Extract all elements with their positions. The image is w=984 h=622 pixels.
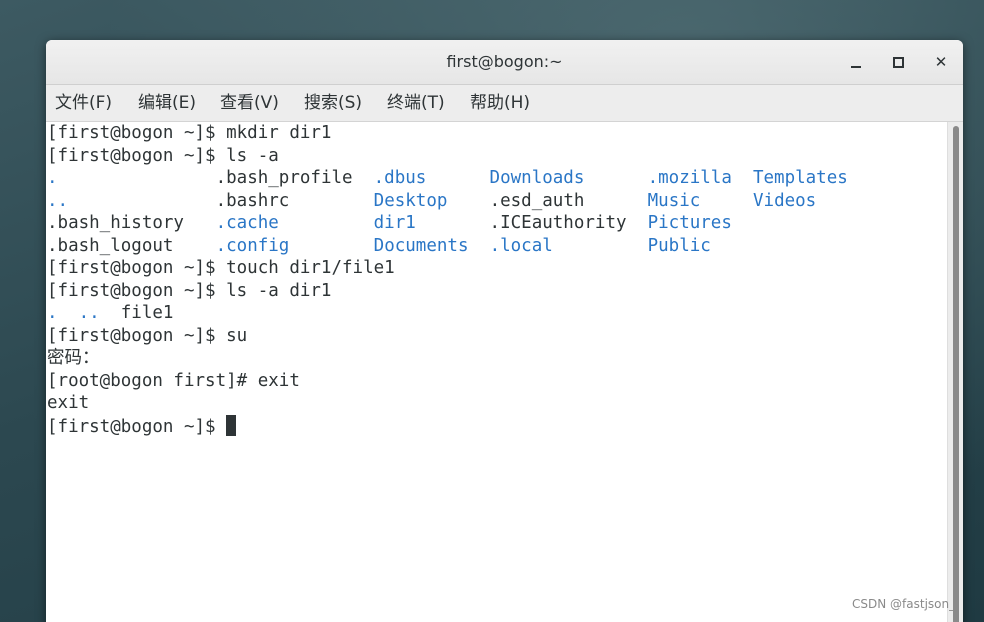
terminal-text: [root@bogon first]# exit — [47, 370, 300, 391]
directory-entry: . — [47, 303, 58, 323]
title-bar[interactable]: first@bogon:~ ✕ — [46, 40, 963, 85]
terminal-line: [first@bogon ~]$ touch dir1/file1 — [47, 257, 395, 279]
minimize-icon — [851, 66, 861, 68]
terminal-line: [first@bogon ~]$ — [47, 414, 237, 437]
maximize-button[interactable] — [886, 50, 910, 74]
terminal-text: .bashrc — [215, 190, 290, 211]
terminal-line: [first@bogon ~]$ mkdir dir1 — [47, 122, 331, 144]
menu-terminal[interactable]: 终端(T) — [387, 85, 445, 121]
terminal-text: .ICEauthority — [489, 213, 627, 233]
terminal-text: file1 — [99, 303, 174, 323]
terminal-line: .bash_history .cache dir1 .ICEauthority … — [47, 212, 732, 234]
close-icon: ✕ — [934, 53, 948, 71]
terminal-text: .esd_auth — [489, 190, 585, 211]
directory-entry: .dbus — [373, 168, 427, 188]
terminal-text: .bash_logout — [47, 235, 174, 256]
terminal-line: .. .bashrc Desktop .esd_auth Music Video… — [47, 190, 816, 212]
terminal-line: [first@bogon ~]$ ls -a — [47, 145, 279, 167]
watermark: CSDN @fastjson_ — [852, 597, 956, 611]
menu-view[interactable]: 查看(V) — [220, 85, 279, 121]
terminal-line: .bash_logout .config Documents .local Pu… — [47, 235, 711, 257]
directory-entry: Desktop — [373, 190, 448, 211]
terminal-window: first@bogon:~ ✕ 文件(F) 编辑(E) 查看(V) 搜索(S) … — [46, 40, 963, 622]
directory-entry: .. — [47, 190, 69, 211]
minimize-button[interactable] — [844, 50, 868, 74]
terminal-text: [first@bogon ~]$ su — [47, 325, 248, 346]
terminal-line: . .bash_profile .dbus Downloads .mozilla… — [47, 167, 848, 189]
terminal-text: [first@bogon ~]$ ls -a dir1 — [47, 280, 332, 301]
directory-entry: .mozilla — [647, 168, 732, 188]
terminal-scrollbar[interactable] — [947, 122, 963, 622]
menu-file[interactable]: 文件(F) — [55, 85, 112, 121]
terminal-line: . .. file1 — [47, 302, 173, 324]
terminal-text: [first@bogon ~]$ mkdir dir1 — [47, 123, 332, 143]
terminal-text: .bash_profile — [215, 168, 353, 188]
close-button[interactable]: ✕ — [929, 50, 953, 74]
terminal-text: [first@bogon ~]$ touch dir1/file1 — [47, 258, 395, 278]
terminal-output[interactable]: [first@bogon ~]$ mkdir dir1 [first@bogon … — [46, 122, 947, 622]
directory-entry: Pictures — [647, 213, 732, 233]
directory-entry: Videos — [753, 190, 817, 211]
directory-entry: .cache — [215, 213, 279, 233]
text-cursor — [226, 414, 237, 436]
menu-help[interactable]: 帮助(H) — [470, 85, 530, 121]
directory-entry: Documents — [373, 235, 469, 256]
terminal-line: exit — [47, 392, 89, 414]
terminal-text: exit — [47, 393, 90, 413]
terminal-text: [first@bogon ~]$ ls -a — [47, 145, 279, 166]
directory-entry: Templates — [752, 168, 848, 188]
terminal-line: [first@bogon ~]$ su — [47, 325, 247, 347]
directory-entry: Music — [647, 190, 701, 211]
directory-entry: Public — [647, 235, 711, 256]
menu-search[interactable]: 搜索(S) — [304, 85, 362, 121]
menu-bar: 文件(F) 编辑(E) 查看(V) 搜索(S) 终端(T) 帮助(H) — [46, 85, 963, 122]
terminal-text: .bash_history — [47, 213, 184, 233]
terminal-line: [first@bogon ~]$ ls -a dir1 — [47, 280, 331, 302]
scrollbar-thumb[interactable] — [953, 126, 959, 622]
directory-entry: .config — [215, 235, 290, 256]
terminal-text: 密码： — [47, 348, 100, 368]
directory-entry: dir1 — [373, 213, 416, 233]
directory-entry: .local — [489, 235, 553, 256]
directory-entry: . — [47, 168, 58, 188]
menu-edit[interactable]: 编辑(E) — [138, 85, 196, 121]
terminal-text: [first@bogon ~]$ — [47, 416, 227, 437]
directory-entry: Downloads — [489, 168, 585, 188]
directory-entry: .. — [78, 303, 100, 323]
terminal-line: [root@bogon first]# exit — [47, 370, 300, 392]
maximize-icon — [893, 57, 904, 68]
window-title: first@bogon:~ — [446, 52, 563, 71]
terminal-line: 密码： — [47, 347, 100, 369]
